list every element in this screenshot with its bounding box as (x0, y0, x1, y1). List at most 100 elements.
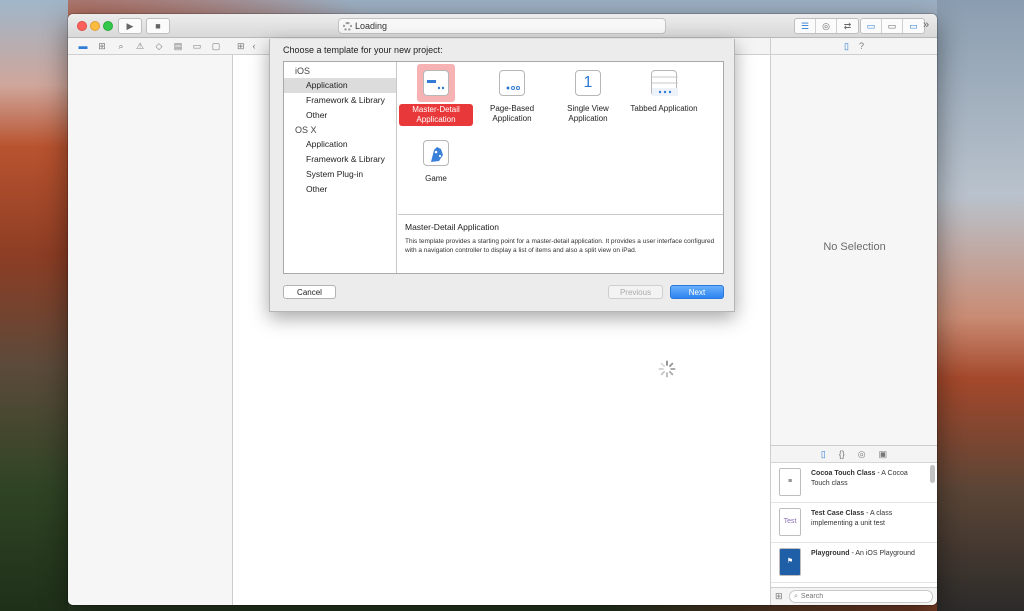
playground-icon: ⚑ (779, 548, 801, 576)
xcode-window: ▶ ■ Loading ☰ ◎ ⇄ ▭ ▭ ▭ » ▬ ⊞ ⌕ ⚠ ◇ ▤ ▭ … (68, 14, 937, 605)
library-item-name: Cocoa Touch Class (811, 470, 876, 477)
cancel-button[interactable]: Cancel (283, 285, 336, 299)
inspector-selector-bar: ▯ ? (770, 38, 937, 55)
desktop-wallpaper-left (0, 0, 68, 611)
template-chooser: iOS Application Framework & Library Othe… (283, 61, 724, 274)
platform-item-osx-framework-library[interactable]: Framework & Library (284, 152, 396, 167)
next-button[interactable]: Next (670, 285, 724, 299)
play-icon: ▶ (126, 20, 134, 31)
loading-spinner-icon (658, 360, 676, 378)
platform-item-osx-system-plugin[interactable]: System Plug-in (284, 167, 396, 182)
file-template-library: ≡ Cocoa Touch Class - A Cocoa Touch clas… (770, 463, 937, 587)
assistant-editor-icon[interactable]: ◎ (816, 19, 837, 33)
template-game[interactable]: Game (399, 132, 473, 196)
close-window-button[interactable] (77, 21, 87, 31)
library-item[interactable]: ⚑ Playground - An iOS Playground (771, 543, 937, 583)
library-item-name: Test Case Class (811, 510, 865, 517)
project-navigator-icon[interactable]: ▬ (78, 41, 88, 51)
library-item[interactable]: ≡ Cocoa Touch Class - A Cocoa Touch clas… (771, 463, 937, 503)
media-library-icon[interactable]: ▣ (879, 449, 888, 460)
back-icon[interactable]: ‹ (253, 41, 256, 51)
object-library-icon[interactable]: ◎ (858, 449, 866, 460)
no-selection-label: No Selection (823, 241, 886, 253)
toolbar: ▶ ■ Loading ☰ ◎ ⇄ ▭ ▭ ▭ » (68, 14, 937, 38)
find-navigator-icon[interactable]: ⌕ (116, 41, 126, 52)
library-filter-bar: ⊞ ⌕ (770, 587, 937, 605)
toolbar-overflow-icon[interactable]: » (923, 19, 929, 31)
related-items-icon[interactable]: ⊞ (237, 41, 245, 52)
template-master-detail[interactable]: Master-Detail Application (399, 62, 473, 126)
test-navigator-icon[interactable]: ◇ (154, 41, 164, 52)
library-item-desc: - An iOS Playground (849, 550, 915, 557)
grid-view-icon[interactable]: ⊞ (775, 591, 785, 602)
library-item[interactable]: Test Test Case Class - A class implement… (771, 503, 937, 543)
platform-item-ios-other[interactable]: Other (284, 108, 396, 123)
platform-item-ios-application[interactable]: Application (284, 78, 396, 93)
swift-file-icon: ≡ (779, 468, 801, 496)
quick-help-icon[interactable]: ? (859, 41, 864, 51)
single-view-glyph: 1 (583, 74, 593, 91)
stop-button[interactable]: ■ (146, 18, 170, 34)
template-single-view[interactable]: 1 Single View Application (551, 62, 625, 126)
navigator-selector-bar: ▬ ⊞ ⌕ ⚠ ◇ ▤ ▭ ▢ (68, 38, 233, 55)
editor-mode-control: ☰ ◎ ⇄ (794, 18, 859, 34)
platform-list: iOS Application Framework & Library Othe… (284, 62, 397, 273)
template-description-panel: Master-Detail Application This template … (398, 214, 723, 273)
library-search-input[interactable] (800, 593, 921, 600)
file-inspector-icon[interactable]: ▯ (844, 41, 849, 52)
zoom-window-button[interactable] (103, 21, 113, 31)
sheet-title: Choose a template for your new project: (283, 45, 443, 55)
library-selector-bar: ▯ {} ◎ ▣ (770, 445, 937, 463)
platform-item-osx-other[interactable]: Other (284, 182, 396, 197)
library-item-name: Playground (811, 550, 850, 557)
template-grid: Master-Detail Application Page-Based App… (398, 62, 723, 214)
template-tabbed[interactable]: Tabbed Application (627, 62, 701, 126)
library-scrollbar[interactable] (930, 465, 935, 483)
debug-area-toggle-icon[interactable]: ▭ (882, 19, 903, 33)
standard-editor-icon[interactable]: ☰ (795, 19, 816, 33)
navigator-toggle-icon[interactable]: ▭ (861, 19, 882, 33)
test-file-glyph: Test (783, 518, 797, 525)
activity-status-text: Loading (355, 21, 388, 31)
utilities-toggle-icon[interactable]: ▭ (903, 19, 924, 33)
template-page-based[interactable]: Page-Based Application (475, 62, 549, 126)
platform-heading-osx: OS X (295, 125, 317, 135)
template-label: Tabbed Application (630, 104, 698, 113)
loading-spinner-icon (343, 21, 352, 31)
code-snippet-library-icon[interactable]: {} (839, 449, 845, 459)
page-based-icon (499, 70, 525, 96)
inspector-area: No Selection (770, 55, 937, 445)
new-project-sheet: Choose a template for your new project: … (269, 39, 735, 312)
platform-heading-ios: iOS (295, 66, 311, 76)
library-search-field: ⌕ (789, 590, 933, 603)
platform-item-osx-application[interactable]: Application (284, 137, 396, 152)
single-view-icon: 1 (575, 70, 601, 96)
template-label: Page-Based Application (489, 104, 535, 123)
version-editor-icon[interactable]: ⇄ (837, 19, 858, 33)
template-label: Master-Detail Application (399, 104, 473, 126)
game-icon (423, 140, 449, 166)
tabbed-icon (651, 70, 678, 96)
template-description-text: This template provides a starting point … (405, 238, 715, 254)
master-detail-icon (423, 70, 449, 96)
run-button[interactable]: ▶ (118, 18, 142, 34)
search-icon: ⌕ (794, 592, 798, 600)
debug-navigator-icon[interactable]: ▤ (173, 41, 183, 52)
view-toggle-control: ▭ ▭ ▭ (860, 18, 925, 34)
file-template-library-icon[interactable]: ▯ (821, 449, 826, 460)
symbol-navigator-icon[interactable]: ⊞ (97, 41, 107, 52)
breakpoint-navigator-icon[interactable]: ▭ (192, 41, 202, 52)
test-file-icon: Test (779, 508, 801, 536)
template-description-title: Master-Detail Application (405, 222, 500, 232)
previous-button[interactable]: Previous (608, 285, 663, 299)
desktop-wallpaper-right (937, 0, 1024, 611)
activity-viewer: Loading (338, 18, 666, 34)
template-label: Single View Application (567, 104, 609, 123)
platform-item-ios-framework-library[interactable]: Framework & Library (284, 93, 396, 108)
navigator-area (68, 55, 233, 605)
minimize-window-button[interactable] (90, 21, 100, 31)
stop-icon: ■ (155, 21, 161, 31)
template-label: Game (425, 174, 447, 183)
issue-navigator-icon[interactable]: ⚠ (135, 41, 145, 52)
report-navigator-icon[interactable]: ▢ (211, 41, 221, 52)
